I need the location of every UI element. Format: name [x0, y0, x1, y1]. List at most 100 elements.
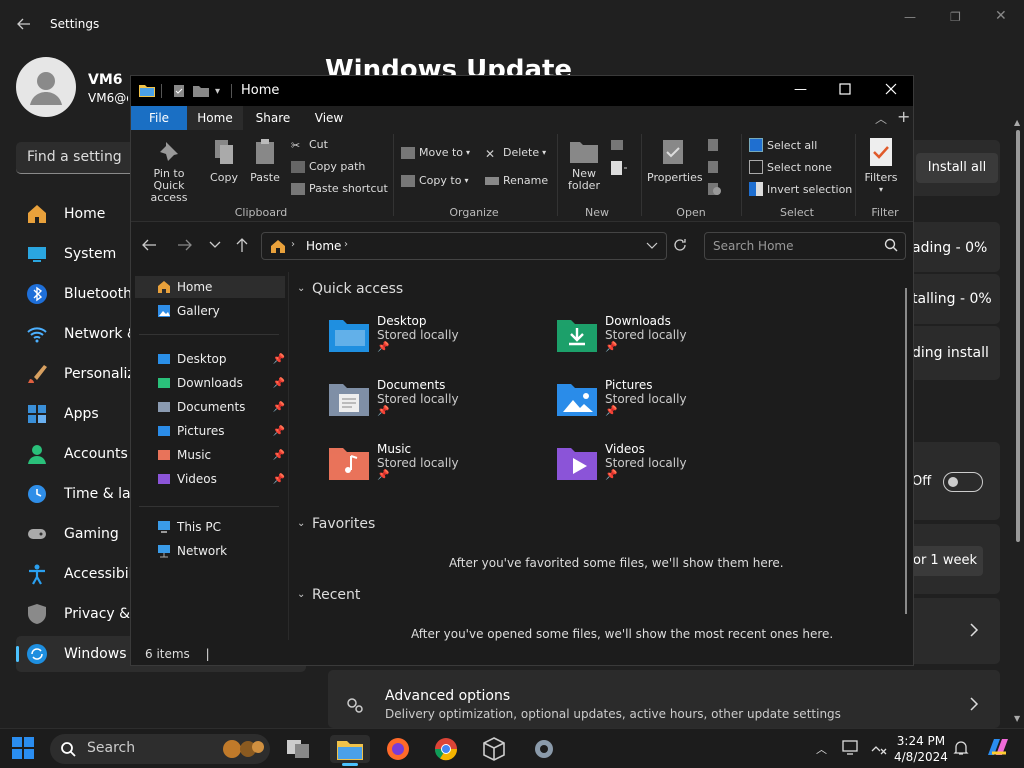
scrollbar-thumb[interactable]: [1016, 130, 1020, 542]
move-to-button[interactable]: Move to ▾: [401, 146, 470, 159]
quick-access-item-music[interactable]: Music Stored locally 📌: [327, 442, 459, 482]
pictures-icon: [157, 424, 171, 438]
customize-qat-icon[interactable]: ▾: [215, 86, 220, 97]
downloads-folder-icon: [555, 314, 599, 354]
computer-icon: [157, 520, 171, 534]
properties-quick-icon[interactable]: [173, 84, 185, 98]
back-icon[interactable]: [141, 238, 157, 252]
taskbar-search[interactable]: Search: [50, 734, 270, 764]
paste-shortcut-button[interactable]: Paste shortcut: [291, 182, 388, 195]
accessibility-icon: [26, 563, 48, 585]
nav-videos[interactable]: Videos 📌: [157, 468, 287, 490]
file-explorer-taskbar-icon[interactable]: [330, 735, 370, 766]
music-folder-icon: [327, 442, 371, 482]
show-hidden-icons[interactable]: ︿: [816, 741, 827, 757]
favorites-header[interactable]: Favorites: [312, 516, 375, 532]
nav-documents[interactable]: Documents 📌: [157, 396, 287, 418]
add-tab-icon[interactable]: +: [897, 107, 910, 126]
copy-button[interactable]: Copy: [207, 138, 241, 184]
folder-icon: [139, 83, 155, 97]
quick-access-item-desktop[interactable]: Desktop Stored locally 📌: [327, 314, 459, 354]
nav-desktop[interactable]: Desktop 📌: [157, 348, 287, 370]
cut-button[interactable]: ✂ Cut: [291, 138, 328, 152]
back-arrow-icon[interactable]: [16, 16, 32, 32]
virtualbox-icon[interactable]: [480, 735, 510, 763]
quick-access-name: Pictures: [605, 378, 653, 392]
address-dropdown-icon[interactable]: [646, 242, 658, 250]
notifications-icon[interactable]: [952, 739, 970, 757]
tab-view[interactable]: View: [303, 106, 355, 130]
tab-home[interactable]: Home: [187, 106, 243, 130]
easy-access-icon[interactable]: [609, 160, 629, 176]
nav-pictures[interactable]: Pictures 📌: [157, 420, 287, 442]
nav-downloads[interactable]: Downloads 📌: [157, 372, 287, 394]
delete-button[interactable]: ✕ Delete ▾: [485, 146, 546, 161]
start-icon[interactable]: [10, 735, 40, 763]
quick-access-item-videos[interactable]: Videos Stored locally 📌: [555, 442, 687, 482]
copy-path-button[interactable]: Copy path: [291, 160, 365, 173]
pause-toggle[interactable]: [943, 472, 983, 492]
nav-gallery[interactable]: Gallery: [157, 300, 287, 322]
up-arrow-icon[interactable]: [235, 237, 249, 253]
nav-network[interactable]: Network: [157, 540, 287, 562]
new-item-icon[interactable]: [609, 138, 625, 152]
nav-music[interactable]: Music 📌: [157, 444, 287, 466]
collapse-recent-icon[interactable]: ⌄: [297, 589, 305, 600]
quick-access-header[interactable]: Quick access: [312, 281, 403, 297]
taskbar: Search ︿ 3:24 PM 4/8/2024: [0, 728, 1024, 768]
search-home-input[interactable]: Search Home: [704, 232, 906, 260]
maximize-icon[interactable]: [839, 83, 851, 95]
maximize-icon[interactable]: ❐: [950, 10, 961, 24]
clock[interactable]: 3:24 PM 4/8/2024: [894, 733, 948, 765]
history-icon[interactable]: [707, 182, 723, 196]
quick-access-item-pictures[interactable]: Pictures Stored locally 📌: [555, 378, 687, 418]
close-icon[interactable]: ✕: [995, 8, 1007, 24]
network-status-icon[interactable]: [870, 739, 888, 757]
invert-selection-label: Invert selection: [767, 182, 853, 196]
collapse-ribbon-icon[interactable]: ︿: [875, 110, 887, 127]
select-none-button[interactable]: Select none: [749, 160, 832, 174]
tab-file[interactable]: File: [131, 106, 187, 130]
nav-home[interactable]: Home: [135, 276, 285, 298]
scroll-up-icon[interactable]: ▲: [1014, 118, 1020, 127]
pause-week-button[interactable]: or 1 week: [905, 546, 983, 576]
new-folder-quick-icon[interactable]: [193, 85, 209, 97]
task-view-icon[interactable]: [284, 735, 314, 763]
paste-button[interactable]: Paste: [247, 138, 283, 184]
history-card[interactable]: [900, 598, 1000, 664]
chrome-icon[interactable]: [432, 735, 462, 763]
collapse-quick-access-icon[interactable]: ⌄: [297, 283, 305, 294]
copilot-icon[interactable]: [984, 735, 1012, 761]
search-icon[interactable]: [884, 238, 898, 252]
scroll-down-icon[interactable]: ▼: [1014, 714, 1020, 723]
display-icon[interactable]: [842, 739, 860, 757]
recent-locations-icon[interactable]: [209, 240, 221, 250]
new-folder-button[interactable]: New folder: [565, 140, 603, 192]
minimize-icon[interactable]: —: [794, 82, 807, 97]
pin-quick-access-button[interactable]: Pin to Quick access: [137, 140, 201, 204]
open-icon[interactable]: [707, 138, 729, 152]
window-title: Home: [241, 83, 280, 98]
tab-share[interactable]: Share: [247, 106, 299, 130]
quick-access-item-downloads[interactable]: Downloads Stored locally 📌: [555, 314, 687, 354]
minimize-icon[interactable]: —: [904, 10, 916, 24]
install-all-button[interactable]: Install all: [916, 153, 998, 183]
settings-gear-icon[interactable]: [530, 735, 560, 763]
quick-access-item-documents[interactable]: Documents Stored locally 📌: [327, 378, 459, 418]
firefox-icon[interactable]: [384, 735, 414, 763]
address-bar[interactable]: › Home ›: [261, 232, 667, 260]
copy-to-button[interactable]: Copy to ▾: [401, 174, 468, 187]
select-all-button[interactable]: Select all: [749, 138, 817, 152]
nav-this-pc[interactable]: This PC: [157, 516, 287, 538]
scrollbar-thumb[interactable]: [905, 288, 907, 614]
filters-button[interactable]: Filters ▾: [861, 136, 901, 196]
forward-icon[interactable]: [177, 238, 193, 252]
edit-icon[interactable]: [707, 160, 723, 174]
properties-button[interactable]: Properties: [647, 138, 703, 184]
collapse-favorites-icon[interactable]: ⌄: [297, 518, 305, 529]
recent-header[interactable]: Recent: [312, 587, 360, 603]
close-icon[interactable]: [885, 83, 897, 95]
refresh-icon[interactable]: [673, 238, 687, 252]
invert-selection-button[interactable]: Invert selection: [749, 182, 852, 196]
rename-button[interactable]: Rename: [485, 174, 548, 187]
